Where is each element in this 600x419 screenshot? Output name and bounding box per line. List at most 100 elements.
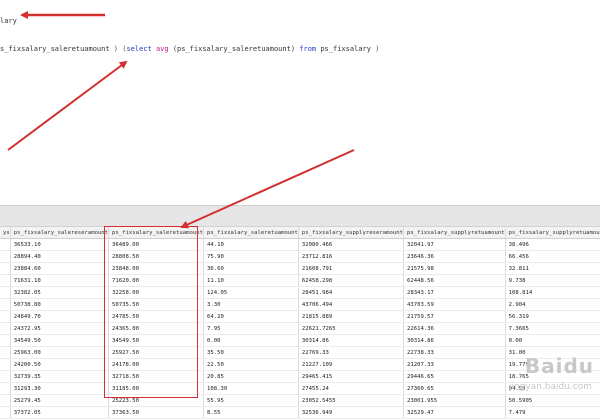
- table-cell[interactable]: 32080.466: [298, 238, 404, 251]
- table-cell[interactable]: 22738.33: [403, 346, 506, 359]
- table-cell[interactable]: [0, 298, 11, 311]
- table-cell[interactable]: 37372.05: [10, 406, 110, 419]
- table-cell[interactable]: 21227.109: [298, 358, 404, 371]
- column-header[interactable]: ps_fixsalary_supplyreseramount: [298, 227, 404, 239]
- table-cell[interactable]: 25927.50: [108, 346, 204, 359]
- table-cell[interactable]: 50.5905: [505, 394, 600, 407]
- table-cell[interactable]: 108.30: [203, 382, 299, 395]
- table-cell[interactable]: 31293.30: [10, 382, 110, 395]
- column-header[interactable]: ps_fixsalary_supplyretuamount: [505, 227, 600, 239]
- table-cell[interactable]: 21815.889: [298, 310, 404, 323]
- table-row[interactable]: 32382.05 32258.00 124.05 28451.984 28343.17 1…: [0, 286, 600, 299]
- table-cell[interactable]: 62458.298: [298, 274, 404, 287]
- table-row[interactable]: 24372.95 24365.00 7.95 22621.7265 22614.36 7.…: [0, 322, 600, 335]
- table-cell[interactable]: [0, 382, 11, 395]
- table-cell[interactable]: 7.479: [505, 406, 600, 419]
- table-cell[interactable]: [0, 322, 11, 335]
- table-cell[interactable]: 108.814: [505, 286, 600, 299]
- table-cell[interactable]: 32041.97: [403, 238, 506, 251]
- table-cell[interactable]: 31185.00: [108, 382, 204, 395]
- table-cell[interactable]: [0, 262, 11, 275]
- table-cell[interactable]: 2.904: [505, 298, 600, 311]
- table-cell[interactable]: 32739.35: [10, 370, 110, 383]
- column-header[interactable]: ps_fixsalary_salereseramount: [10, 227, 110, 239]
- table-cell[interactable]: 24785.50: [108, 310, 204, 323]
- table-row[interactable]: 50738.80 50735.50 3.30 43706.494 43703.59 2.9…: [0, 298, 600, 311]
- table-cell[interactable]: 9.738: [505, 274, 600, 287]
- sql-editor[interactable]: lary s_fixsalary_saleretuamount ) (selec…: [0, 0, 600, 205]
- table-row[interactable]: 25963.00 25927.50 35.50 22769.33 22738.33 31.…: [0, 346, 600, 359]
- table-cell[interactable]: 28451.984: [298, 286, 404, 299]
- table-cell[interactable]: 71631.10: [10, 274, 110, 287]
- table-cell[interactable]: 23646.36: [403, 250, 506, 263]
- table-cell[interactable]: 34549.50: [108, 334, 204, 347]
- table-cell[interactable]: 75.90: [203, 250, 299, 263]
- table-cell[interactable]: 34549.50: [10, 334, 110, 347]
- table-cell[interactable]: 28343.17: [403, 286, 506, 299]
- table-cell[interactable]: 24365.00: [108, 322, 204, 335]
- table-row[interactable]: 34549.50 34549.50 0.00 30314.86 30314.86 0.00…: [0, 334, 600, 347]
- table-cell[interactable]: [0, 370, 11, 383]
- table-cell[interactable]: 0.00: [505, 334, 600, 347]
- table-cell[interactable]: 25279.45: [10, 394, 110, 407]
- table-cell[interactable]: 23052.5455: [298, 394, 404, 407]
- table-cell[interactable]: 23712.816: [298, 250, 404, 263]
- table-cell[interactable]: 32382.05: [10, 286, 110, 299]
- table-cell[interactable]: 32258.00: [108, 286, 204, 299]
- table-cell[interactable]: 22621.7265: [298, 322, 404, 335]
- table-row[interactable]: 36533.10 36489.00 44.10 32080.466 32041.97 38…: [0, 238, 600, 251]
- table-cell[interactable]: 29465.415: [298, 370, 404, 383]
- table-cell[interactable]: 21608.791: [298, 262, 404, 275]
- table-cell[interactable]: 21207.33: [403, 358, 506, 371]
- table-cell[interactable]: [0, 346, 11, 359]
- table-cell[interactable]: 27360.65: [403, 382, 506, 395]
- table-cell[interactable]: [0, 394, 11, 407]
- table-cell[interactable]: 64.20: [203, 310, 299, 323]
- table-cell[interactable]: [0, 286, 11, 299]
- table-cell[interactable]: 22769.33: [298, 346, 404, 359]
- table-cell[interactable]: 37363.50: [108, 406, 204, 419]
- table-cell[interactable]: 22614.36: [403, 322, 506, 335]
- table-cell[interactable]: 124.05: [203, 286, 299, 299]
- column-header[interactable]: ps_fixsalary_supplyretuamount: [403, 227, 506, 239]
- table-row[interactable]: 28894.40 28808.50 75.90 23712.816 23646.36 66…: [0, 250, 600, 263]
- table-cell[interactable]: 55.95: [203, 394, 299, 407]
- table-cell[interactable]: 7.3665: [505, 322, 600, 335]
- table-row[interactable]: 32739.35 32718.50 20.85 29465.415 29446.65 18…: [0, 370, 600, 383]
- table-cell[interactable]: 35.50: [203, 346, 299, 359]
- table-cell[interactable]: 29446.65: [403, 370, 506, 383]
- column-header[interactable]: ps_fixsalary_saleretuamount: [108, 227, 204, 239]
- table-cell[interactable]: 21759.57: [403, 310, 506, 323]
- table-cell[interactable]: 36533.10: [10, 238, 110, 251]
- table-row[interactable]: 23884.60 23848.00 36.60 21608.791 21575.98 32…: [0, 262, 600, 275]
- table-cell[interactable]: [0, 334, 11, 347]
- table-cell[interactable]: [0, 238, 11, 251]
- table-cell[interactable]: 24178.00: [108, 358, 204, 371]
- table-cell[interactable]: 43706.494: [298, 298, 404, 311]
- table-cell[interactable]: 50735.50: [108, 298, 204, 311]
- column-header[interactable]: ys: [0, 227, 11, 239]
- table-cell[interactable]: 43703.59: [403, 298, 506, 311]
- table-cell[interactable]: 28894.40: [10, 250, 110, 263]
- table-cell[interactable]: 44.10: [203, 238, 299, 251]
- table-cell[interactable]: 24372.95: [10, 322, 110, 335]
- table-cell[interactable]: 24200.50: [10, 358, 110, 371]
- table-cell[interactable]: 62448.56: [403, 274, 506, 287]
- table-cell[interactable]: 28808.50: [108, 250, 204, 263]
- table-cell[interactable]: 30314.86: [298, 334, 404, 347]
- table-cell[interactable]: 56.319: [505, 310, 600, 323]
- table-cell[interactable]: 23001.955: [403, 394, 506, 407]
- table-cell[interactable]: 23884.60: [10, 262, 110, 275]
- table-cell[interactable]: [0, 250, 11, 263]
- table-cell[interactable]: 22.50: [203, 358, 299, 371]
- table-row[interactable]: 37372.05 37363.50 8.55 32536.949 32529.47 7.4…: [0, 406, 600, 419]
- table-cell[interactable]: 25223.50: [108, 394, 204, 407]
- table-cell[interactable]: 32.811: [505, 262, 600, 275]
- table-cell[interactable]: 0.00: [203, 334, 299, 347]
- results-splitter[interactable]: [0, 205, 600, 227]
- table-cell[interactable]: 7.95: [203, 322, 299, 335]
- column-header[interactable]: ps_fixsalary_saleretuamount: [203, 227, 299, 239]
- table-cell[interactable]: [0, 406, 11, 419]
- table-cell[interactable]: 32718.50: [108, 370, 204, 383]
- table-cell[interactable]: 27455.24: [298, 382, 404, 395]
